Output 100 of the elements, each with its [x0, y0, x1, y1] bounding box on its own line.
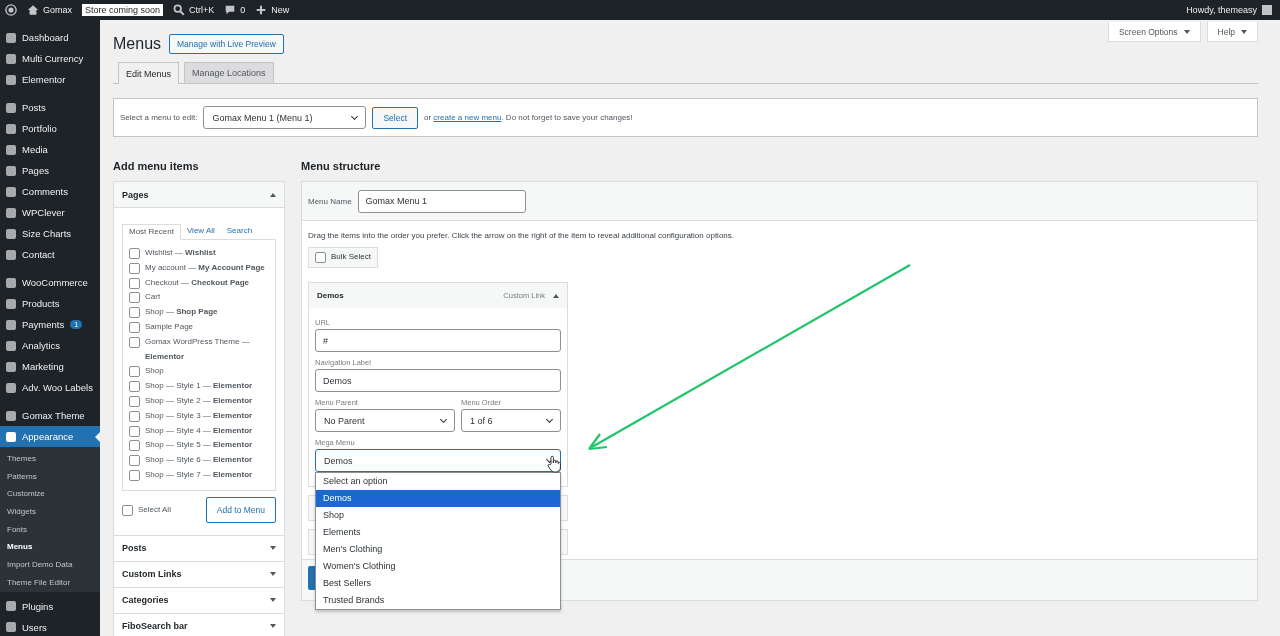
search-link[interactable]: Ctrl+K	[173, 4, 215, 16]
checkbox[interactable]	[129, 322, 140, 333]
sidebar-item[interactable]: Comments	[0, 181, 100, 202]
square-icon	[6, 340, 16, 351]
bulk-select-button[interactable]: Bulk Select	[308, 247, 379, 268]
checkbox[interactable]	[129, 336, 140, 348]
checkbox[interactable]	[129, 410, 140, 422]
new-link[interactable]: New	[255, 4, 290, 16]
checkbox[interactable]	[129, 455, 140, 467]
site-link[interactable]: Gomax	[27, 4, 72, 16]
dropdown-option[interactable]: Elements	[316, 524, 560, 541]
sidebar-item[interactable]: Gomax Theme	[0, 405, 100, 426]
submenu-item[interactable]: Themes	[0, 450, 100, 468]
submenu-item[interactable]: Import Demo Data	[0, 556, 100, 574]
menu-name-field[interactable]: Gomax Menu 1	[357, 189, 526, 213]
url-field[interactable]: #	[315, 329, 561, 352]
sidebar-item[interactable]: Media	[0, 139, 100, 160]
new-label: New	[271, 5, 290, 15]
accordion-header[interactable]: Pages	[114, 182, 284, 207]
instructions-text: Drag the items into the order you prefer. Click the arrow on the right of the item to reveal additional configuration options.	[308, 231, 735, 240]
sidebar-item[interactable]: Multi Currency	[0, 48, 100, 69]
caret-icon[interactable]	[553, 293, 559, 298]
menu-dropdown[interactable]: Gomax Menu 1 (Menu 1)	[203, 106, 367, 129]
sidebar-item[interactable]: Products	[0, 293, 100, 314]
add-to-menu-button[interactable]: Add to Menu	[205, 496, 276, 523]
accordion-title: Custom Links	[122, 569, 182, 580]
page-title: Menus	[113, 35, 162, 53]
sidebar-item[interactable]: Marketing	[0, 356, 100, 377]
sidebar-item[interactable]: Elementor	[0, 69, 100, 90]
square-icon	[6, 144, 16, 155]
dropdown-option[interactable]: Demos	[316, 490, 560, 507]
live-preview-button[interactable]: Manage with Live Preview	[169, 34, 284, 54]
dropdown-option[interactable]: Shop	[316, 507, 560, 524]
tab[interactable]: Manage Locations	[184, 62, 274, 83]
tab[interactable]: Edit Menus	[118, 62, 180, 84]
checkbox[interactable]	[129, 307, 140, 319]
dropdown-option[interactable]: Trusted Brands	[316, 592, 560, 609]
dropdown-option[interactable]: Select an option	[316, 473, 560, 490]
sidebar-item[interactable]: Users	[0, 616, 100, 636]
checkbox[interactable]	[129, 366, 140, 378]
sidebar-item[interactable]: WPClever	[0, 202, 100, 223]
speech-bubble-icon	[224, 4, 237, 16]
page-label: Checkout — Checkout Page	[145, 276, 251, 289]
checkbox[interactable]	[129, 425, 140, 437]
page-label: Shop — Style 6 — Elementor	[145, 454, 254, 467]
sidebar-item[interactable]: Contact	[0, 244, 100, 265]
comment-count: 0	[240, 5, 246, 15]
checkbox[interactable]	[129, 440, 140, 452]
sidebar-item[interactable]: WooCommerce	[0, 272, 100, 293]
menu-order-dropdown[interactable]: 1 of 6	[461, 409, 561, 432]
sidebar-item[interactable]: Posts	[0, 97, 100, 118]
checkbox[interactable]	[129, 292, 140, 304]
dropdown-option[interactable]: Women's Clothing	[316, 558, 560, 575]
submenu-item[interactable]: Patterns	[0, 467, 100, 486]
square-icon	[6, 74, 16, 85]
checkbox[interactable]	[129, 381, 140, 393]
square-icon	[6, 431, 16, 442]
field-label: Menu Name	[308, 196, 352, 206]
sidebar-item[interactable]: Pages	[0, 160, 100, 181]
comments-link[interactable]: 0	[224, 4, 246, 16]
submenu-item[interactable]: Customize	[0, 485, 100, 504]
tab[interactable]: Search	[220, 224, 259, 239]
navigation-label-field[interactable]: Demos	[315, 369, 561, 392]
screen-options-button[interactable]: Screen Options	[1107, 22, 1201, 42]
pointer-icon	[95, 432, 100, 442]
logo-icon[interactable]	[5, 4, 17, 16]
checkbox[interactable]	[129, 248, 140, 259]
checkbox[interactable]	[129, 277, 140, 289]
dropdown-option[interactable]: Men's Clothing	[316, 541, 560, 558]
sidebar-item[interactable]: Dashboard	[0, 27, 100, 48]
tab[interactable]: View All	[180, 224, 221, 239]
greeting[interactable]: Howdy, themeasy	[1186, 5, 1257, 15]
tab[interactable]: Most Recent	[122, 224, 181, 240]
submenu-item[interactable]: Widgets	[0, 503, 100, 521]
page-label: Shop — Style 2 — Elementor	[145, 394, 254, 407]
sidebar-item[interactable]: Adv. Woo Labels	[0, 377, 100, 398]
checkbox[interactable]	[129, 395, 140, 407]
store-status-badge: Store coming soon	[82, 4, 164, 16]
submenu-item[interactable]: Fonts	[0, 520, 100, 539]
submenu-item[interactable]: Menus	[0, 538, 100, 557]
shortcut-label: Ctrl+K	[189, 5, 215, 15]
dropdown-option[interactable]: Best Sellers	[316, 575, 560, 592]
avatar	[1262, 5, 1272, 15]
sidebar-item[interactable]: Analytics	[0, 335, 100, 356]
submenu-item[interactable]: Theme File Editor	[0, 573, 100, 592]
checkbox[interactable]	[129, 469, 140, 481]
sidebar-item[interactable]: Size Charts	[0, 223, 100, 244]
select-button[interactable]: Select	[372, 106, 418, 129]
checkbox[interactable]	[129, 262, 140, 274]
menu-parent-dropdown[interactable]: No Parent	[315, 409, 455, 432]
mega-menu-dropdown[interactable]: Demos	[315, 449, 561, 472]
page-label: Cart	[145, 291, 162, 304]
square-icon	[6, 123, 16, 134]
sidebar-item[interactable]: Plugins	[0, 595, 100, 617]
accordion-title: Posts	[122, 543, 147, 554]
square-icon	[6, 249, 16, 260]
sidebar-item[interactable]: Appearance	[0, 426, 100, 447]
help-button[interactable]: Help	[1206, 22, 1258, 42]
sidebar-item[interactable]: Portfolio	[0, 118, 100, 139]
checkbox[interactable]	[122, 505, 133, 517]
